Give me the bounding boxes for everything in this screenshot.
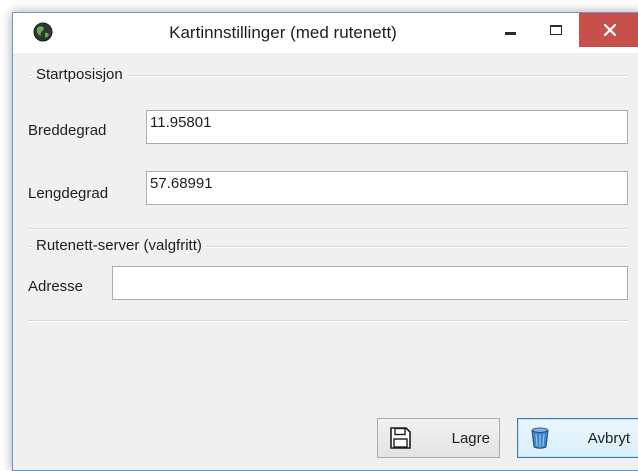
grid-server-heading: Rutenett-server (valgfritt) xyxy=(32,236,206,256)
maximize-button[interactable] xyxy=(533,13,579,47)
minimize-button[interactable] xyxy=(487,13,533,47)
save-button[interactable]: Lagre xyxy=(377,418,500,458)
dialog-window: Kartinnstillinger (med rutenett) Startpo… xyxy=(12,12,638,471)
title-bar[interactable]: Kartinnstillinger (med rutenett) xyxy=(13,13,638,53)
window-title: Kartinnstillinger (med rutenett) xyxy=(169,23,397,42)
longitude-label: Lengdegrad xyxy=(28,185,109,202)
bottom-separator xyxy=(28,320,628,322)
minimize-icon xyxy=(504,31,516,35)
cancel-button-label: Avbryt xyxy=(587,430,630,447)
start-position-heading: Startposisjon xyxy=(32,65,127,85)
longitude-input[interactable]: 57.68991 xyxy=(146,171,628,205)
trash-can-icon xyxy=(531,427,549,449)
floppy-disk-icon xyxy=(390,427,411,449)
address-label: Adresse xyxy=(28,278,84,295)
cancel-button[interactable]: Avbryt xyxy=(517,418,638,458)
address-input[interactable] xyxy=(112,266,628,300)
close-icon xyxy=(604,24,616,36)
latitude-input[interactable]: 11.95801 xyxy=(146,110,628,144)
dialog-content: Startposisjon Breddegrad 11.95801 Lengde… xyxy=(28,54,638,459)
latitude-label: Breddegrad xyxy=(28,122,107,139)
close-button[interactable] xyxy=(579,13,638,47)
save-button-label: Lagre xyxy=(451,430,490,447)
maximize-icon xyxy=(550,25,562,35)
grid-server-top-separator xyxy=(28,228,628,230)
